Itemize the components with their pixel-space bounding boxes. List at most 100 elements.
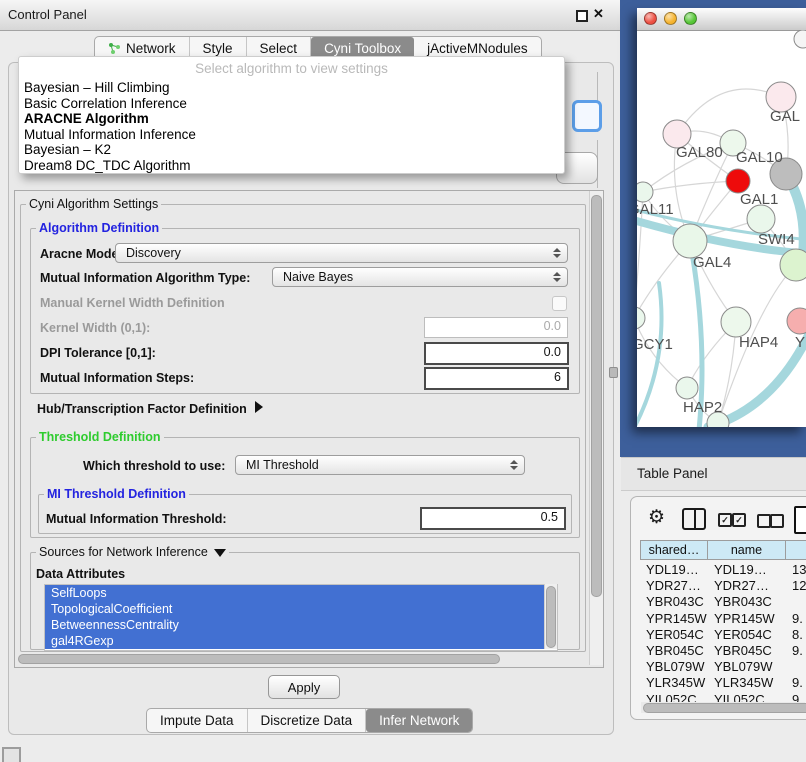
combo-arrows-icon — [553, 272, 561, 282]
tab-label: Cyni Toolbox — [324, 41, 401, 56]
node-right-pink[interactable] — [787, 308, 806, 334]
unchecked-checkbox-icon-2[interactable] — [770, 514, 784, 528]
table-cell: YBR045C — [646, 643, 704, 659]
hub-section-label: Hub/Transcription Factor Definition — [37, 402, 247, 416]
table-cell: 9. — [792, 692, 803, 703]
tab-label: Select — [260, 41, 298, 56]
node-gal11[interactable] — [637, 182, 653, 202]
sources-toggle[interactable]: Sources for Network Inference — [36, 545, 229, 559]
column-split-icon[interactable] — [682, 508, 706, 530]
table-horizontal-scrollbar-thumb[interactable] — [643, 703, 806, 713]
tab-discretize-data[interactable]: Discretize Data — [248, 709, 367, 732]
table-cell: YPR145W — [646, 611, 707, 627]
which-threshold-label: Which threshold to use: — [83, 459, 225, 473]
node-hap2[interactable] — [676, 377, 698, 399]
settings-horizontal-scrollbar-thumb[interactable] — [18, 654, 500, 664]
table-cell: YDL19… — [646, 562, 699, 578]
table-cell: 9. — [792, 675, 803, 691]
attribute-item-betweennesscentrality[interactable]: BetweennessCentrality — [45, 617, 545, 633]
table-cell: YBL079W — [646, 659, 705, 675]
column-header-3[interactable] — [785, 540, 806, 560]
mac-close-button[interactable] — [644, 12, 657, 25]
node-gcy1[interactable] — [637, 307, 645, 329]
aracne-mode-label: Aracne Mode: — [40, 247, 123, 261]
node-top-edge[interactable] — [794, 30, 806, 48]
which-threshold-combo[interactable]: MI Threshold — [235, 455, 525, 475]
mac-minimize-button[interactable] — [664, 12, 677, 25]
red-node[interactable] — [726, 169, 750, 193]
network-window-titlebar[interactable] — [637, 8, 806, 31]
close-window-icon[interactable]: ✕ — [593, 6, 604, 22]
settings-vertical-scrollbar[interactable] — [589, 191, 603, 665]
cyni-algorithm-settings-title: Cyni Algorithm Settings — [26, 197, 161, 211]
table-cell: YPR145W — [714, 611, 775, 627]
algorithm-option-bayesian-k2[interactable]: Bayesian – K2 — [19, 142, 564, 158]
node-swi4[interactable] — [780, 249, 806, 281]
manual-kernel-checkbox[interactable] — [552, 296, 567, 311]
table-row[interactable]: YDL19…YDL19…13 — [640, 562, 806, 578]
algorithm-dropdown-popup: Select algorithm to view settings Bayesi… — [18, 56, 565, 174]
table-row[interactable]: YER054CYER054C8. — [640, 627, 806, 643]
column-header-name[interactable]: name — [707, 540, 786, 560]
algorithm-option-dream8-dc-tdc-algorithm[interactable]: Dream8 DC_TDC Algorithm — [19, 158, 564, 174]
data-attributes-list[interactable]: SelfLoopsTopologicalCoefficientBetweenne… — [44, 584, 558, 651]
table-cell: YBR043C — [646, 594, 704, 610]
node-gal4[interactable] — [673, 224, 707, 258]
table-row[interactable]: YLR345WYLR345W9. — [640, 675, 806, 691]
attributes-scrollbar[interactable] — [544, 584, 557, 649]
table-cell: 8. — [792, 627, 803, 643]
table-row[interactable]: YBR043CYBR043C — [640, 594, 806, 610]
algorithm-option-aracne-algorithm[interactable]: ARACNE Algorithm — [19, 111, 564, 127]
mi-steps-field[interactable]: 6 — [424, 367, 569, 390]
tab-impute-data[interactable]: Impute Data — [147, 709, 248, 732]
gear-icon[interactable]: ⚙ — [648, 508, 665, 527]
float-window-icon[interactable] — [576, 10, 588, 22]
checked-checkbox-icon-1[interactable]: ✓ — [718, 513, 732, 527]
algorithm-option-basic-correlation-inference[interactable]: Basic Correlation Inference — [19, 96, 564, 112]
mi-steps-label: Mutual Information Steps: — [40, 371, 194, 385]
network-canvas[interactable]: GALGAL80GAL10GAL1GAL11GAL4SWI4GCY1HAP4YH… — [637, 30, 806, 427]
unchecked-checkbox-icon-1[interactable] — [757, 514, 771, 528]
table-cell: 9. — [792, 611, 803, 627]
table-row[interactable]: YIL052CYIL052C9. — [640, 692, 806, 703]
tab-label: Infer Network — [379, 713, 459, 728]
tab-infer-network[interactable]: Infer Network — [366, 709, 472, 732]
table-mode-icon[interactable] — [794, 506, 806, 534]
column-header-shared[interactable]: shared… — [640, 540, 708, 560]
tab-label: Discretize Data — [261, 713, 353, 728]
table-row[interactable]: YPR145W YPR145W 9. — [640, 611, 806, 627]
table-row[interactable]: YBL079WYBL079W — [640, 659, 806, 675]
settings-vertical-scrollbar-thumb[interactable] — [591, 195, 602, 597]
attribute-item-selfloops[interactable]: SelfLoops — [45, 585, 545, 601]
mi-type-value: Naive Bayes — [283, 270, 353, 284]
node-label-gal11: GAL11 — [637, 201, 674, 218]
table-cell: YDR27… — [646, 578, 701, 594]
data-attributes-label: Data Attributes — [36, 567, 125, 581]
window-title: Control Panel — [8, 7, 87, 22]
attributes-scrollbar-thumb[interactable] — [546, 586, 556, 648]
checked-checkbox-icon-2[interactable]: ✓ — [732, 513, 746, 527]
table-cell: 9. — [792, 643, 803, 659]
table-row[interactable]: YBR045CYBR045C9. — [640, 643, 806, 659]
table-row[interactable]: YDR27…YDR27…12 — [640, 578, 806, 594]
network-edge-highlighted — [637, 283, 662, 427]
settings-horizontal-scrollbar[interactable] — [16, 653, 586, 664]
aracne-mode-combo[interactable]: Discovery — [115, 243, 568, 263]
dpi-tolerance-field[interactable]: 0.0 — [424, 342, 569, 365]
mac-zoom-button[interactable] — [684, 12, 697, 25]
attribute-item-topologicalcoefficient[interactable]: TopologicalCoefficient — [45, 601, 545, 617]
apply-button[interactable]: Apply — [268, 675, 340, 699]
panel-divider-handle[interactable] — [609, 367, 618, 378]
mi-threshold-field[interactable]: 0.5 — [420, 507, 566, 530]
mi-type-combo[interactable]: Naive Bayes — [272, 267, 568, 287]
algorithm-dropdown-items: Bayesian – Hill ClimbingBasic Correlatio… — [19, 80, 564, 173]
table-horizontal-scrollbar[interactable] — [641, 702, 805, 713]
node-gal1[interactable] — [747, 205, 775, 233]
algorithm-option-mutual-information-inference[interactable]: Mutual Information Inference — [19, 127, 564, 143]
attribute-item-gal4rgexp[interactable]: gal4RGexp — [45, 633, 545, 649]
kernel-width-field[interactable]: 0.0 — [424, 317, 568, 338]
minimized-panel-icon[interactable] — [2, 747, 21, 762]
hub-section-toggle[interactable]: Hub/Transcription Factor Definition — [37, 401, 263, 416]
algorithm-option-bayesian-hill-climbing[interactable]: Bayesian – Hill Climbing — [19, 80, 564, 96]
node-hap4[interactable] — [721, 307, 751, 337]
